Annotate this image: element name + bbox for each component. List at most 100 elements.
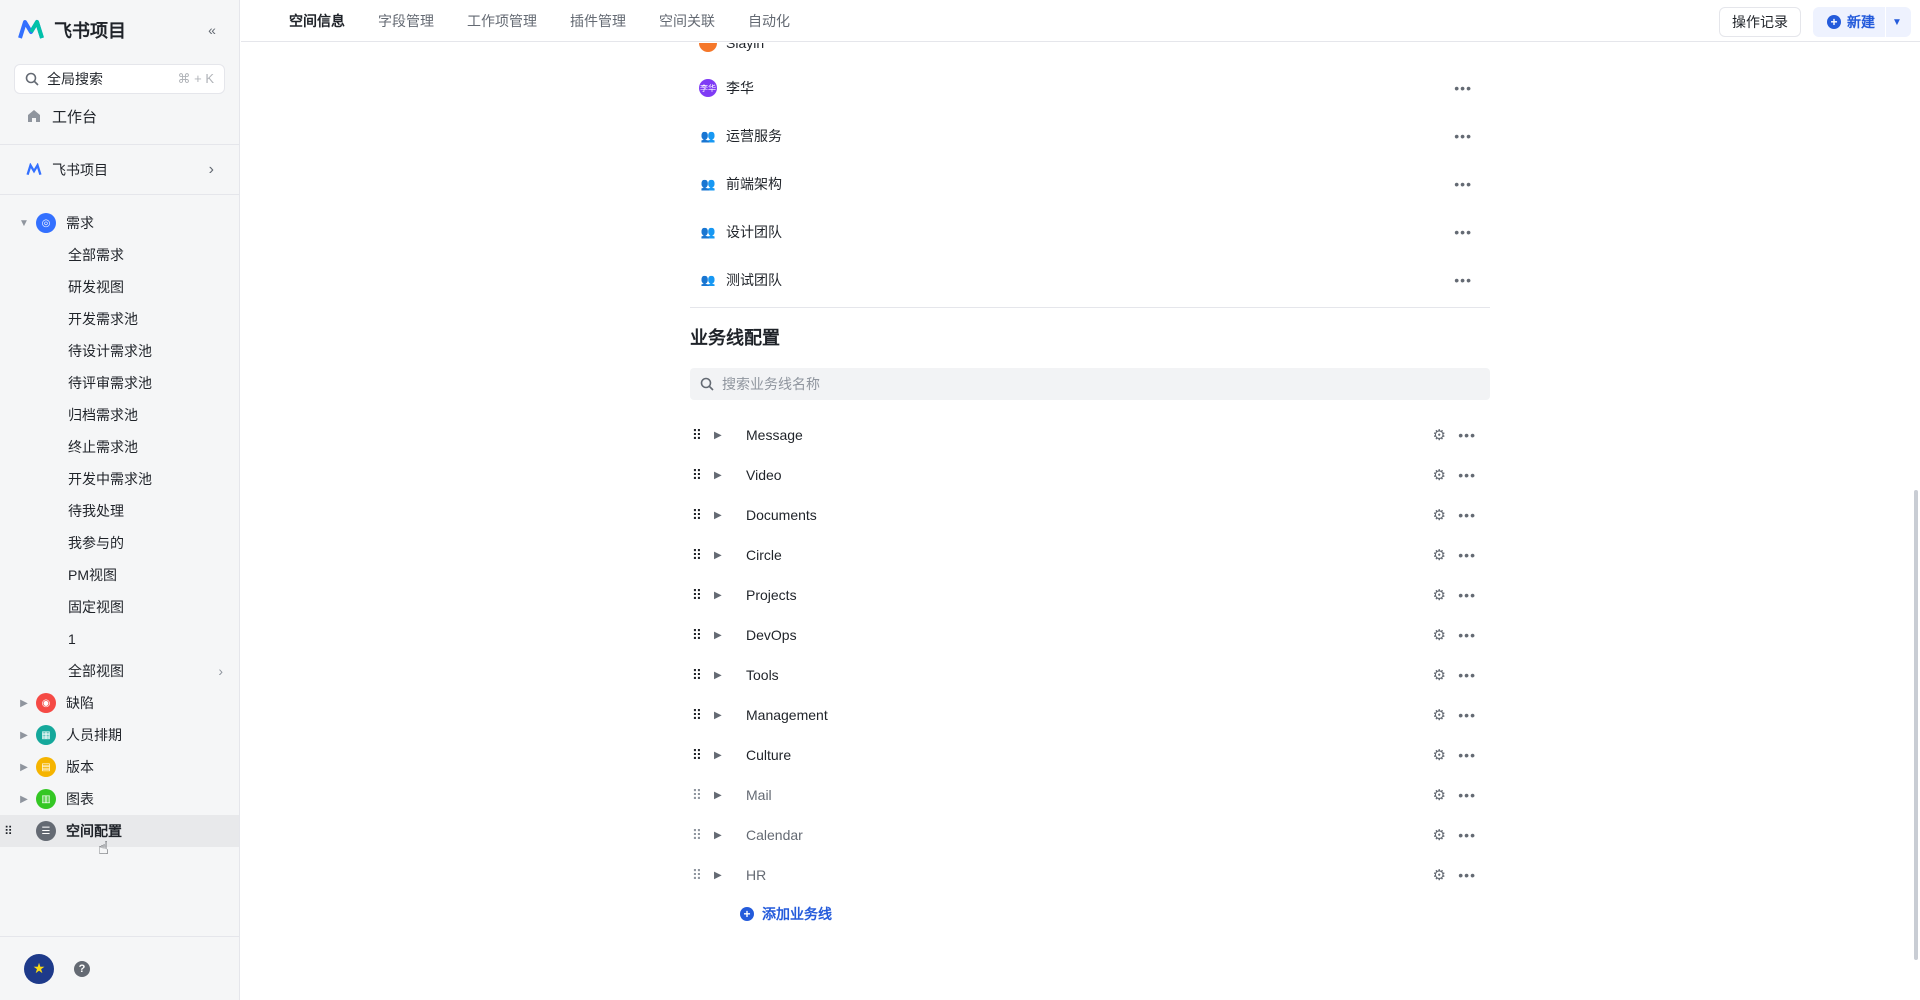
- business-line-row[interactable]: ⠿ ▶ Calendar ⚙ •••: [690, 815, 1490, 855]
- caret-right-icon[interactable]: ▶: [714, 750, 728, 761]
- more-icon[interactable]: •••: [1458, 867, 1476, 883]
- more-icon[interactable]: •••: [1454, 128, 1472, 144]
- more-icon[interactable]: •••: [1454, 176, 1472, 192]
- operation-log-button[interactable]: 操作记录: [1719, 7, 1801, 37]
- sidebar-group-scheduling[interactable]: ▶ ▦ 人员排期: [0, 719, 239, 751]
- caret-right-icon[interactable]: ▶: [714, 470, 728, 481]
- drag-handle-icon[interactable]: ⠿: [690, 547, 704, 564]
- sidebar-view-item[interactable]: 开发中需求池: [0, 463, 239, 495]
- add-business-line-button[interactable]: + 添加业务线: [740, 904, 832, 924]
- drag-handle-icon[interactable]: ⠿: [690, 787, 704, 804]
- more-icon[interactable]: •••: [1454, 224, 1472, 240]
- sidebar-item-workbench[interactable]: 工作台: [14, 100, 226, 132]
- drag-handle-icon[interactable]: ⠿: [690, 747, 704, 764]
- business-line-row[interactable]: ⠿ ▶ Culture ⚙ •••: [690, 735, 1490, 775]
- gear-icon[interactable]: ⚙: [1433, 546, 1446, 564]
- drag-handle-icon[interactable]: ⠿: [4, 824, 13, 838]
- more-icon[interactable]: •••: [1458, 787, 1476, 803]
- sidebar-view-item[interactable]: 待设计需求池: [0, 335, 239, 367]
- gear-icon[interactable]: ⚙: [1433, 706, 1446, 724]
- caret-right-icon[interactable]: ▶: [714, 710, 728, 721]
- drag-handle-icon[interactable]: ⠿: [690, 467, 704, 484]
- tab-plugins[interactable]: 插件管理: [570, 0, 626, 42]
- business-line-search[interactable]: [690, 368, 1490, 400]
- main-scrollbar[interactable]: [1914, 490, 1918, 960]
- drag-handle-icon[interactable]: ⠿: [690, 427, 704, 444]
- caret-down-icon[interactable]: ▼: [1892, 17, 1902, 28]
- user-avatar[interactable]: ★: [24, 953, 54, 984]
- sidebar-group-charts[interactable]: ▶ ▥ 图表: [0, 783, 239, 815]
- business-line-search-input[interactable]: [722, 376, 1422, 392]
- sidebar-view-item[interactable]: PM视图: [0, 559, 239, 591]
- brand[interactable]: 飞书项目: [18, 16, 126, 44]
- business-line-row[interactable]: ⠿ ▶ HR ⚙ •••: [690, 855, 1490, 895]
- caret-right-icon[interactable]: ▶: [714, 790, 728, 801]
- more-icon[interactable]: •••: [1458, 467, 1476, 483]
- more-icon[interactable]: •••: [1458, 667, 1476, 683]
- business-line-row[interactable]: ⠿ ▶ Projects ⚙ •••: [690, 575, 1490, 615]
- drag-handle-icon[interactable]: ⠿: [690, 507, 704, 524]
- drag-handle-icon[interactable]: ⠿: [690, 667, 704, 684]
- more-icon[interactable]: •••: [1454, 80, 1472, 96]
- gear-icon[interactable]: ⚙: [1433, 666, 1446, 684]
- tab-automation[interactable]: 自动化: [748, 0, 790, 42]
- sidebar-group-requirements[interactable]: ▼ ◎ 需求: [0, 207, 239, 239]
- more-icon[interactable]: •••: [1458, 427, 1476, 443]
- tab-work-items[interactable]: 工作项管理: [467, 0, 537, 42]
- sidebar-view-item[interactable]: 归档需求池: [0, 399, 239, 431]
- sidebar-view-item[interactable]: 待评审需求池: [0, 367, 239, 399]
- business-line-row[interactable]: ⠿ ▶ Management ⚙ •••: [690, 695, 1490, 735]
- caret-right-icon[interactable]: ▶: [714, 430, 728, 441]
- more-icon[interactable]: •••: [1458, 627, 1476, 643]
- gear-icon[interactable]: ⚙: [1433, 506, 1446, 524]
- business-line-row[interactable]: ⠿ ▶ Mail ⚙ •••: [690, 775, 1490, 815]
- more-icon[interactable]: •••: [1458, 707, 1476, 723]
- caret-right-icon[interactable]: ▶: [714, 510, 728, 521]
- sidebar-group-space-settings[interactable]: ⠿ ▶ ☰ 空间配置: [0, 815, 239, 847]
- drag-handle-icon[interactable]: ⠿: [690, 587, 704, 604]
- sidebar-view-item[interactable]: 固定视图: [0, 591, 239, 623]
- help-icon[interactable]: ?: [74, 960, 90, 977]
- more-icon[interactable]: •••: [1458, 827, 1476, 843]
- space-switcher[interactable]: 飞书项目 ›: [14, 154, 226, 186]
- gear-icon[interactable]: ⚙: [1433, 626, 1446, 644]
- drag-handle-icon[interactable]: ⠿: [690, 627, 704, 644]
- drag-handle-icon[interactable]: ⠿: [690, 827, 704, 844]
- more-icon[interactable]: •••: [1454, 272, 1472, 286]
- business-line-row[interactable]: ⠿ ▶ Documents ⚙ •••: [690, 495, 1490, 535]
- caret-right-icon[interactable]: ▶: [714, 830, 728, 841]
- gear-icon[interactable]: ⚙: [1433, 826, 1446, 844]
- sidebar-view-item[interactable]: 1: [0, 623, 239, 655]
- gear-icon[interactable]: ⚙: [1433, 746, 1446, 764]
- sidebar-view-item[interactable]: 待我处理: [0, 495, 239, 527]
- more-icon[interactable]: •••: [1458, 747, 1476, 763]
- gear-icon[interactable]: ⚙: [1433, 866, 1446, 884]
- more-icon[interactable]: •••: [1458, 587, 1476, 603]
- collapse-sidebar-button[interactable]: «: [200, 18, 224, 42]
- drag-handle-icon[interactable]: ⠿: [690, 707, 704, 724]
- sidebar-view-item[interactable]: 我参与的: [0, 527, 239, 559]
- sidebar-view-item[interactable]: 开发需求池: [0, 303, 239, 335]
- business-line-row[interactable]: ⠿ ▶ Message ⚙ •••: [690, 415, 1490, 455]
- caret-right-icon[interactable]: ▶: [714, 590, 728, 601]
- business-line-row[interactable]: ⠿ ▶ Tools ⚙ •••: [690, 655, 1490, 695]
- sidebar-view-item[interactable]: 终止需求池: [0, 431, 239, 463]
- tab-fields[interactable]: 字段管理: [378, 0, 434, 42]
- gear-icon[interactable]: ⚙: [1433, 786, 1446, 804]
- business-line-row[interactable]: ⠿ ▶ Video ⚙ •••: [690, 455, 1490, 495]
- drag-handle-icon[interactable]: ⠿: [690, 867, 704, 884]
- sidebar-group-defects[interactable]: ▶ ◉ 缺陷: [0, 687, 239, 719]
- gear-icon[interactable]: ⚙: [1433, 466, 1446, 484]
- tab-space-info[interactable]: 空间信息: [289, 0, 345, 42]
- caret-right-icon[interactable]: ▶: [714, 550, 728, 561]
- gear-icon[interactable]: ⚙: [1433, 426, 1446, 444]
- new-button[interactable]: + 新建 ▼: [1813, 7, 1911, 37]
- business-line-row[interactable]: ⠿ ▶ DevOps ⚙ •••: [690, 615, 1490, 655]
- more-icon[interactable]: •••: [1458, 547, 1476, 563]
- more-icon[interactable]: •••: [1458, 507, 1476, 523]
- caret-right-icon[interactable]: ▶: [714, 670, 728, 681]
- sidebar-group-versions[interactable]: ▶ ▤ 版本: [0, 751, 239, 783]
- caret-right-icon[interactable]: ▶: [714, 870, 728, 881]
- tab-space-relations[interactable]: 空间关联: [659, 0, 715, 42]
- sidebar-view-all[interactable]: 全部视图 ›: [0, 655, 239, 687]
